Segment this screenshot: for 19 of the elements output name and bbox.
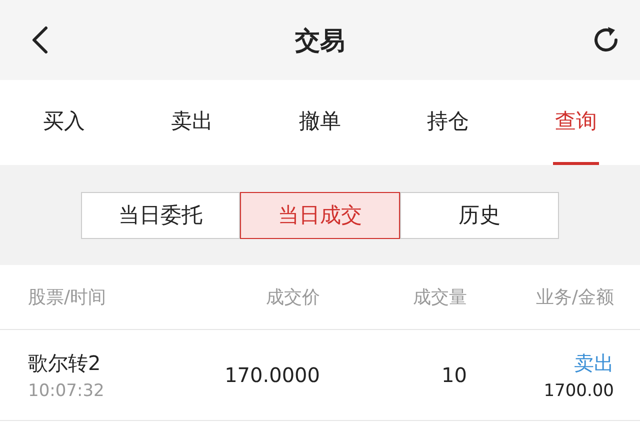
back-icon[interactable]: [30, 25, 50, 55]
tab[interactable]: 买入: [41, 80, 87, 165]
tab[interactable]: 撤单: [297, 80, 343, 165]
segment-tab[interactable]: 当日委托: [81, 192, 240, 238]
column-header: 股票/时间: [28, 286, 108, 309]
column-header: 成交价: [265, 286, 320, 309]
segment-tab[interactable]: 当日成交: [240, 192, 400, 238]
trade-amount: 1700.00: [544, 380, 614, 400]
trade-volume: 10: [440, 363, 467, 387]
column-header: 业务/金额: [534, 286, 614, 309]
stock-name: 歌尔转2: [28, 350, 102, 376]
column-header: 成交量: [412, 286, 467, 309]
segment-tab[interactable]: 历史: [400, 192, 559, 238]
trade-price: 170.0000: [224, 363, 320, 387]
trade-time: 10:07:32: [28, 380, 106, 400]
tab[interactable]: 持仓: [425, 80, 471, 165]
tab[interactable]: 卖出: [169, 80, 215, 165]
page-title: 交易: [295, 24, 345, 56]
trade-type: 卖出: [574, 350, 614, 376]
